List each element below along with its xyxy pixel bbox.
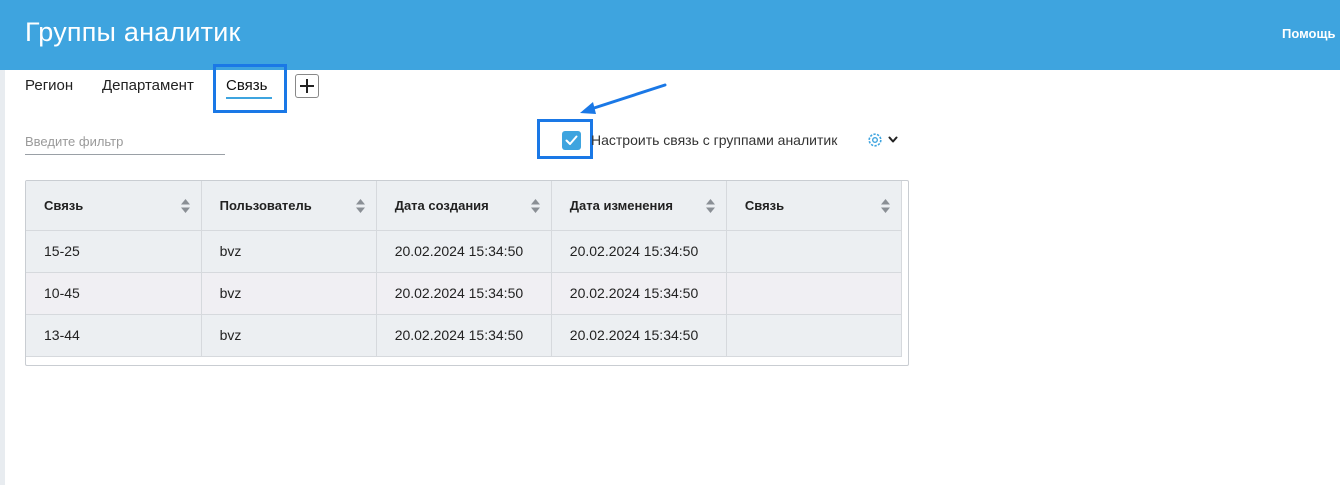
table-row[interactable]: 15-25 bvz 20.02.2024 15:34:50 20.02.2024… <box>26 230 903 273</box>
sort-icon <box>705 199 715 213</box>
cell-modified: 20.02.2024 15:34:50 <box>551 272 727 315</box>
cell-link-2 <box>726 230 903 273</box>
settings-menu-button[interactable] <box>866 131 902 151</box>
cell-user: bvz <box>201 314 377 357</box>
table-header-row: Связь Пользователь Дата создания Дата из… <box>26 181 903 231</box>
cell-link: 10-45 <box>26 272 202 315</box>
column-header-modified[interactable]: Дата изменения <box>551 181 727 231</box>
sort-icon <box>530 199 540 213</box>
cell-modified: 20.02.2024 15:34:50 <box>551 314 727 357</box>
tab-region[interactable]: Регион <box>25 77 73 94</box>
cell-link: 15-25 <box>26 230 202 273</box>
column-header-link[interactable]: Связь <box>26 181 202 231</box>
link-groups-label: Настроить связь с группами аналитик <box>591 132 838 148</box>
cell-link: 13-44 <box>26 314 202 357</box>
app-header: Группы аналитик Помощь <box>0 0 1340 70</box>
table-row[interactable]: 13-44 bvz 20.02.2024 15:34:50 20.02.2024… <box>26 314 903 357</box>
column-header-created[interactable]: Дата создания <box>376 181 552 231</box>
cell-link-2 <box>726 272 903 315</box>
cell-created: 20.02.2024 15:34:50 <box>376 314 552 357</box>
cell-link-2 <box>726 314 903 357</box>
add-tab-button[interactable] <box>295 74 319 98</box>
chevron-down-icon <box>888 136 898 143</box>
links-table: Связь Пользователь Дата создания Дата из… <box>25 180 909 366</box>
page-title: Группы аналитик <box>25 17 241 47</box>
table-row[interactable]: 10-45 bvz 20.02.2024 15:34:50 20.02.2024… <box>26 272 903 315</box>
column-header-link-2[interactable]: Связь <box>726 181 903 231</box>
cell-modified: 20.02.2024 15:34:50 <box>551 230 727 273</box>
sort-icon <box>355 199 365 213</box>
filter-input[interactable] <box>25 128 225 155</box>
cell-created: 20.02.2024 15:34:50 <box>376 230 552 273</box>
gear-icon <box>868 133 882 147</box>
help-link[interactable]: Помощь <box>1282 26 1340 41</box>
column-header-user[interactable]: Пользователь <box>201 181 377 231</box>
sort-icon <box>180 199 190 213</box>
check-icon <box>565 135 578 145</box>
left-edge-strip <box>0 70 5 485</box>
sort-icon <box>881 199 890 213</box>
cell-user: bvz <box>201 272 377 315</box>
cell-created: 20.02.2024 15:34:50 <box>376 272 552 315</box>
link-groups-checkbox[interactable] <box>562 131 581 150</box>
annotation-highlight-tab <box>213 64 287 113</box>
tab-department[interactable]: Департамент <box>102 77 194 94</box>
cell-user: bvz <box>201 230 377 273</box>
annotation-arrow <box>580 83 667 114</box>
